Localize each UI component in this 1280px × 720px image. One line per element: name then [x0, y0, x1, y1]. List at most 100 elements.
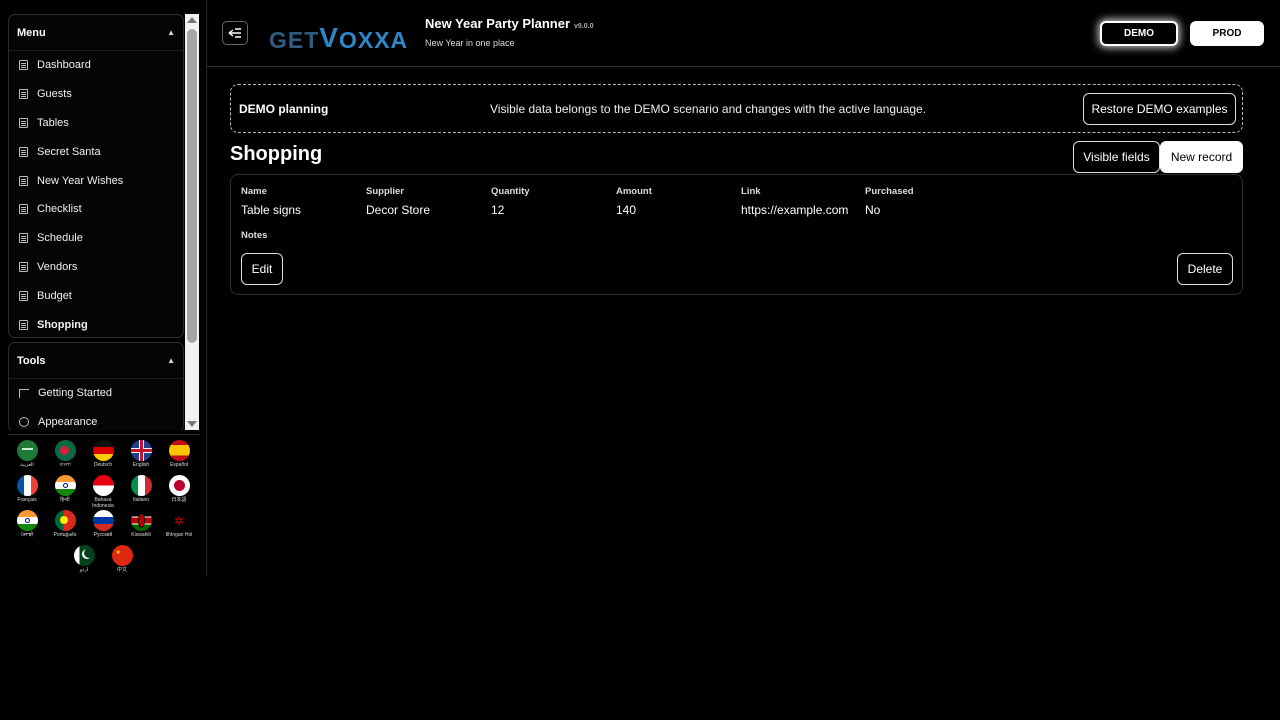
sidebar-item-budget[interactable]: Budget [9, 281, 183, 310]
list-icon [19, 175, 28, 186]
collapse-caret-icon[interactable]: ▲ [167, 28, 175, 37]
language-hindi[interactable]: हिन्दी [46, 475, 84, 510]
prod-button[interactable]: PROD [1190, 21, 1264, 46]
sidebar-item-label: Checklist [37, 203, 82, 216]
flag-russia-icon [92, 510, 114, 531]
demo-button[interactable]: DEMO [1100, 21, 1178, 46]
list-icon [19, 89, 28, 100]
field-quantity: Quantity 12 [491, 186, 530, 217]
sidebar-item-label: Budget [37, 289, 72, 302]
language-label: हिन्दी [60, 497, 70, 503]
flag-kenya-icon [130, 510, 152, 531]
visible-fields-button[interactable]: Visible fields [1073, 141, 1160, 173]
banner-title: DEMO planning [239, 102, 329, 116]
sidebar-item-secret-santa[interactable]: Secret Santa [9, 137, 183, 166]
scroll-down-icon[interactable] [187, 421, 197, 427]
sidebar-item-label: Getting Started [38, 387, 112, 400]
language-label: English [132, 462, 150, 468]
list-icon [19, 204, 28, 215]
language-label: Русский [93, 532, 113, 538]
sidebar-item-appearance[interactable]: Appearance [9, 408, 183, 430]
sidebar-item-dashboard[interactable]: Dashboard [9, 51, 183, 80]
sidebar-item-new-year-wishes[interactable]: New Year Wishes [9, 166, 183, 195]
list-icon [19, 233, 28, 244]
demo-banner: DEMO planning Visible data belongs to th… [230, 84, 1243, 133]
flag-spain-icon [168, 440, 190, 461]
language-indonesian[interactable]: Bahasa Indonesia [84, 475, 122, 510]
flag-portugal-icon [54, 510, 76, 531]
logo-text-get: GET [269, 27, 320, 53]
language-chinese[interactable]: ★ 中文 [103, 545, 141, 580]
language-japanese[interactable]: 日本語 [160, 475, 198, 510]
language-label: العربية [20, 462, 34, 468]
language-french[interactable]: Français [8, 475, 46, 510]
language-label: Bahasa Indonesia [92, 497, 114, 509]
flag-germany-icon [92, 440, 114, 461]
language-bengali[interactable]: বাংলা [46, 440, 84, 475]
tools-title: Tools [17, 354, 46, 367]
field-name: Name Table signs [241, 186, 301, 217]
notes-label: Notes [241, 230, 268, 241]
sidebar-item-schedule[interactable]: Schedule [9, 224, 183, 253]
language-english[interactable]: English [122, 440, 160, 475]
language-german[interactable]: Deutsch [84, 440, 122, 475]
language-label: Español [169, 462, 189, 468]
new-record-button[interactable]: New record [1160, 141, 1243, 173]
language-punjabi[interactable]: ਪੰਜਾਬੀ [8, 510, 46, 545]
language-russian[interactable]: Русский [84, 510, 122, 545]
collapse-caret-icon[interactable]: ▲ [167, 356, 175, 365]
language-urdu[interactable]: اردو [65, 545, 103, 580]
language-arabic[interactable]: العربية [8, 440, 46, 475]
sidebar-scrollbar[interactable] [185, 14, 199, 430]
sidebar-item-vendors[interactable]: Vendors [9, 253, 183, 282]
language-label: Kiswahili [131, 532, 151, 538]
language-portuguese[interactable]: Português [46, 510, 84, 545]
flag-saudi-arabia-icon [16, 440, 38, 461]
edit-button[interactable]: Edit [241, 253, 283, 285]
logo: GET V OXXA [269, 14, 408, 54]
field-label: Amount [616, 186, 652, 197]
field-label: Quantity [491, 186, 530, 197]
sidebar: Menu ▲ Dashboard Guests Tables Secret Sa… [0, 0, 207, 576]
sidebar-scroll-pane: Menu ▲ Dashboard Guests Tables Secret Sa… [8, 14, 184, 430]
language-klingon[interactable]: ✲ tlhIngan Hol [160, 510, 198, 545]
language-label: Português [53, 532, 77, 538]
tools-section-header[interactable]: Tools ▲ [9, 343, 183, 379]
scroll-up-icon[interactable] [187, 17, 197, 23]
list-icon [19, 290, 28, 301]
menu-title: Menu [17, 26, 46, 39]
field-value: No [865, 203, 881, 217]
record-card: Name Table signs Supplier Decor Store Qu… [230, 174, 1243, 295]
field-value: 140 [616, 203, 637, 217]
sidebar-item-getting-started[interactable]: Getting Started [9, 379, 183, 408]
sidebar-item-checklist[interactable]: Checklist [9, 195, 183, 224]
flag-uk-icon [130, 440, 152, 461]
field-value: Decor Store [366, 203, 431, 217]
language-swahili[interactable]: Kiswahili [122, 510, 160, 545]
tools-section: Tools ▲ Getting Started Appearance [8, 342, 184, 430]
logo-text-v: V [319, 22, 339, 53]
language-italian[interactable]: Italiano [122, 475, 160, 510]
sidebar-item-shopping[interactable]: Shopping [9, 310, 183, 339]
sidebar-item-label: Vendors [37, 260, 78, 273]
app-title: New Year Party Planner v9.0.0 [425, 16, 593, 31]
collapse-sidebar-button[interactable] [222, 21, 248, 45]
page-title: Shopping [230, 143, 323, 165]
menu-section-header[interactable]: Menu ▲ [9, 15, 183, 51]
flag-china-icon: ★ [111, 545, 133, 566]
sidebar-item-tables[interactable]: Tables [9, 109, 183, 138]
scrollbar-thumb[interactable] [187, 29, 197, 343]
field-purchased: Purchased No [865, 186, 914, 217]
restore-demo-button[interactable]: Restore DEMO examples [1083, 93, 1236, 125]
field-label: Supplier [366, 186, 405, 197]
delete-button[interactable]: Delete [1177, 253, 1233, 285]
field-value-link[interactable]: https://example.com [741, 203, 848, 217]
sidebar-item-label: Secret Santa [37, 145, 101, 158]
klingon-emblem-icon: ✲ [168, 510, 190, 531]
language-spanish[interactable]: Español [160, 440, 198, 475]
menu-section: Menu ▲ Dashboard Guests Tables Secret Sa… [8, 14, 184, 338]
language-label: ਪੰਜਾਬੀ [20, 532, 34, 538]
sidebar-item-guests[interactable]: Guests [9, 80, 183, 109]
sidebar-item-label: Shopping [37, 318, 88, 331]
header: GET V OXXA New Year Party Planner v9.0.0 … [207, 0, 1280, 67]
